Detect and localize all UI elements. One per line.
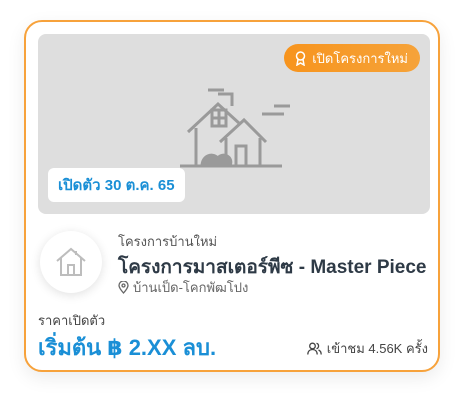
users-icon bbox=[306, 342, 322, 355]
view-count-text: เข้าชม 4.56K ครั้ง bbox=[326, 341, 428, 356]
new-project-badge-label: เปิดโครงการใหม่ bbox=[312, 50, 408, 66]
project-location-text: บ้านเป็ด-โคกพัฒโปง bbox=[133, 280, 249, 295]
project-avatar bbox=[40, 231, 102, 293]
project-image-placeholder[interactable]: เปิดโครงการใหม่ เปิดตัว 30 ต.ค. 65 bbox=[38, 34, 430, 214]
project-location: บ้านเป็ด-โคกพัฒโปง bbox=[118, 277, 248, 298]
project-card[interactable]: เปิดโครงการใหม่ เปิดตัว 30 ต.ค. 65 โครงก… bbox=[24, 20, 440, 372]
house-icon bbox=[56, 247, 86, 276]
award-icon bbox=[295, 50, 306, 66]
map-pin-icon bbox=[118, 281, 129, 294]
project-category: โครงการบ้านใหม่ bbox=[118, 234, 218, 249]
new-project-badge: เปิดโครงการใหม่ bbox=[284, 44, 420, 72]
view-count: เข้าชม 4.56K ครั้ง bbox=[306, 338, 428, 359]
price-label: ราคาเปิดตัว bbox=[38, 313, 106, 328]
open-date-label: เปิดตัว 30 ต.ค. 65 bbox=[48, 168, 185, 202]
house-placeholder-icon bbox=[180, 88, 290, 168]
price-value: เริ่มต้น ฿ 2.XX ลบ. bbox=[38, 335, 217, 360]
